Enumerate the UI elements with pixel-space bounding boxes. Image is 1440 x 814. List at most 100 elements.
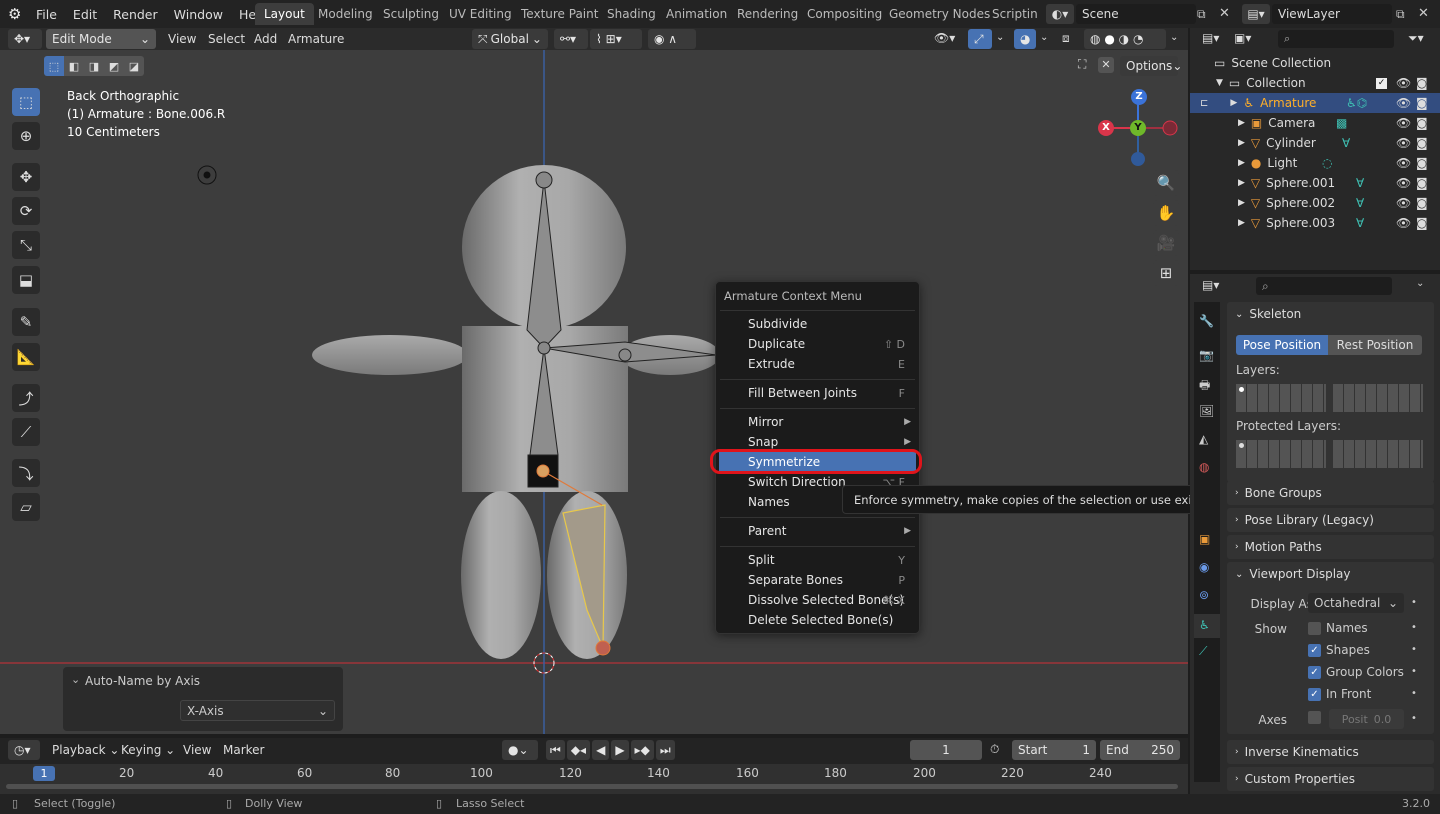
menu-item-mirror[interactable]: Mirror ▶ [716, 412, 919, 432]
armature-data-tab-icon[interactable]: ♿ [1194, 614, 1220, 638]
eye-icon[interactable]: 👁 [1396, 216, 1411, 230]
viewlayer-icon[interactable]: ▤▾ [1242, 4, 1270, 24]
timeline-editor-icon[interactable]: ◷▾ [8, 740, 40, 760]
end-frame-field[interactable]: End 250 [1100, 740, 1180, 760]
outliner-row-camera[interactable]: ▶ ▣ Camera ▩ 👁 ◙ [1190, 113, 1440, 133]
scene-tab-icon[interactable]: ◭ [1199, 432, 1208, 446]
viewport-display-header[interactable]: ⌄ Viewport Display [1227, 562, 1434, 586]
eye-icon[interactable]: 👁 [1396, 196, 1411, 210]
custom-properties-panel[interactable]: › Custom Properties [1227, 767, 1434, 791]
menu-marker[interactable]: Marker [223, 743, 264, 757]
chevron-down-icon[interactable]: ⌄ [71, 673, 80, 686]
chevron-right-icon[interactable]: ▶ [1238, 118, 1245, 128]
tab-modeling[interactable]: Modeling [309, 3, 382, 25]
camera-render-icon[interactable]: ◙ [1416, 196, 1428, 210]
render-tab-icon[interactable]: 📷 [1199, 348, 1214, 362]
visibility-icon[interactable]: 👁▾ [934, 31, 955, 45]
camera-view-icon[interactable]: 🎥 [1153, 230, 1179, 256]
chevron-right-icon[interactable]: ▶ [1238, 158, 1245, 168]
chevron-right-icon[interactable]: ▶ [1238, 178, 1245, 188]
pose-library-panel[interactable]: › Pose Library (Legacy) [1227, 508, 1434, 532]
view-layer-tab-icon[interactable]: 🖼 [1199, 404, 1214, 418]
checkbox-icon[interactable]: ✓ [1376, 77, 1387, 89]
properties-editor-icon[interactable]: ▤▾ [1202, 278, 1219, 292]
tab-texture-paint[interactable]: Texture Paint [512, 3, 607, 25]
tab-layout[interactable]: Layout [255, 3, 314, 25]
constraints-tab-icon[interactable]: ⊚ [1199, 588, 1209, 602]
prev-keyframe-icon[interactable]: ◆◂ [566, 740, 591, 760]
start-frame-field[interactable]: Start 1 [1012, 740, 1096, 760]
protected-layers-grid-a[interactable] [1236, 440, 1326, 468]
delete-viewlayer-icon[interactable]: ✕ [1418, 4, 1436, 24]
jump-start-icon[interactable]: ⏮ [546, 740, 565, 760]
skeleton-header[interactable]: ⌄ Skeleton [1227, 302, 1434, 326]
3d-viewport[interactable]: ⬚ ◧ ◨ ◩ ◪ ⛶ ✕ Options ⌄ ⬚ ⊕ ✥ ⟳ ⤡ ⬓ ✎ 📐 ⤴… [0, 50, 1188, 734]
wireframe-shading-icon[interactable]: ◍ [1090, 32, 1100, 46]
outliner-search[interactable]: ⌕ [1278, 30, 1394, 48]
viewlayer-field[interactable]: ViewLayer [1272, 4, 1392, 24]
snap-icon[interactable]: ⌇ ⊞▾ [590, 29, 642, 49]
motion-paths-panel[interactable]: › Motion Paths [1227, 535, 1434, 559]
outliner-row-sphere-003[interactable]: ▶ ▽ Sphere.003 ∀ 👁 ◙ [1190, 213, 1440, 233]
overlay-toggle-icon[interactable]: ◕ [1014, 29, 1036, 49]
playhead[interactable]: 1 [33, 766, 55, 781]
keyframe-dot-icon[interactable]: • [1411, 644, 1417, 655]
menu-view[interactable]: View [168, 32, 196, 46]
record-icon[interactable]: ●⌄ [502, 740, 538, 760]
layers-grid-b[interactable] [1333, 384, 1423, 412]
keyframe-dot-icon[interactable]: • [1411, 666, 1417, 677]
navigation-gizmo[interactable]: Z X Y [1096, 87, 1180, 171]
tab-rendering[interactable]: Rendering [728, 3, 807, 25]
pivot-icon[interactable]: ⚯▾ [554, 29, 588, 49]
chevron-right-icon[interactable]: ▶ [1238, 198, 1245, 208]
outliner-row-sphere-002[interactable]: ▶ ▽ Sphere.002 ∀ 👁 ◙ [1190, 193, 1440, 213]
timeline-ruler[interactable]: 1 20 40 60 80 100 120 140 160 180 200 22… [0, 764, 1188, 794]
chevron-down-icon[interactable]: ⌄ [1170, 32, 1178, 43]
filter-icon[interactable]: ⏷▾ [1408, 31, 1424, 46]
menu-item-delete-bones[interactable]: Delete Selected Bone(s) [716, 610, 919, 630]
new-scene-icon[interactable]: ⧉ [1197, 4, 1215, 24]
scene-field[interactable]: Scene [1076, 4, 1196, 24]
display-mode-icon[interactable]: ▣▾ [1234, 31, 1251, 45]
menu-timeline-view[interactable]: View [183, 743, 211, 757]
menu-item-split[interactable]: Split Y [716, 550, 919, 570]
camera-render-icon[interactable]: ◙ [1416, 156, 1428, 170]
chevron-right-icon[interactable]: ▶ [1238, 138, 1245, 148]
bone-tab-icon[interactable]: ⟋ [1199, 644, 1207, 659]
menu-item-parent[interactable]: Parent ▶ [716, 521, 919, 541]
tool-tab-icon[interactable]: 🔧 [1199, 314, 1214, 328]
rest-position-button[interactable]: Rest Position [1328, 335, 1422, 355]
outliner-row-collection[interactable]: ▼ ▭ Collection ✓ 👁 ◙ [1190, 73, 1440, 93]
camera-render-icon[interactable]: ◙ [1416, 216, 1428, 230]
menu-item-fill-between-joints[interactable]: Fill Between Joints F [716, 383, 919, 403]
output-tab-icon[interactable]: 🖶 [1199, 376, 1210, 397]
eye-icon[interactable]: 👁 [1396, 116, 1411, 130]
mode-dropdown[interactable]: Edit Mode ⌄ [46, 29, 156, 49]
camera-render-icon[interactable]: ◙ [1416, 176, 1428, 190]
grid-toggle-icon[interactable]: ⊞ [1153, 260, 1179, 286]
gizmo-toggle-icon[interactable]: ⤢ [968, 29, 992, 49]
keyframe-dot-icon[interactable]: • [1411, 713, 1417, 724]
play-reverse-icon[interactable]: ◀ [592, 740, 610, 760]
menu-select[interactable]: Select [208, 32, 245, 46]
names-toggle[interactable]: Names [1308, 621, 1368, 635]
outliner-row-armature[interactable]: ⊏ ▶ ♿ Armature ♿⌬ 👁 ◙ [1190, 93, 1440, 113]
redo-panel-title[interactable]: Auto-Name by Axis [85, 674, 200, 688]
eye-icon[interactable]: 👁 [1396, 156, 1411, 170]
next-keyframe-icon[interactable]: ▸◆ [630, 740, 654, 760]
pose-position-button[interactable]: Pose Position [1236, 335, 1328, 355]
properties-search[interactable]: ⌕ [1256, 277, 1392, 295]
eye-icon[interactable]: 👁 [1396, 136, 1411, 150]
inverse-kinematics-panel[interactable]: › Inverse Kinematics [1227, 740, 1434, 764]
editor-type-icon[interactable]: ✥▾ [8, 29, 42, 49]
current-frame-field[interactable]: 1 [910, 740, 982, 760]
menu-render[interactable]: Render [105, 0, 166, 28]
camera-render-icon[interactable]: ◙ [1416, 116, 1428, 130]
scene-icon[interactable]: ◐▾ [1046, 4, 1074, 24]
keyframe-dot-icon[interactable]: • [1411, 597, 1417, 608]
rendered-shading-icon[interactable]: ◔ [1133, 32, 1143, 46]
chevron-down-icon[interactable]: ▼ [1216, 78, 1223, 88]
world-tab-icon[interactable]: ◍ [1199, 460, 1209, 474]
gizmo-z-axis[interactable]: Z [1131, 89, 1147, 105]
tab-sculpting[interactable]: Sculpting [374, 3, 448, 25]
